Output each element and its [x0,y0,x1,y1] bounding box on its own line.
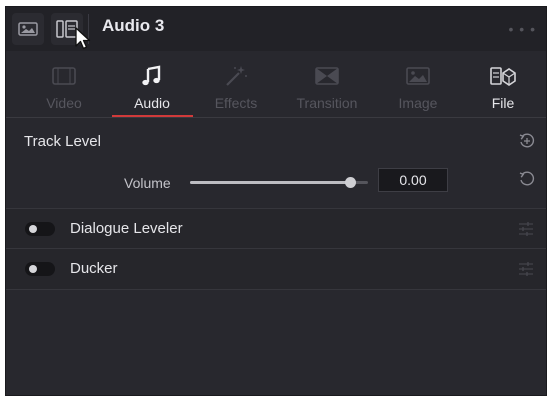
tab-effects-label: Effects [214,95,258,111]
dialogue-leveler-toggle[interactable] [25,222,55,236]
ducker-toggle[interactable] [25,262,55,276]
ducker-label: Ducker [70,260,118,277]
ducker-row: Ducker [6,248,546,289]
video-icon [52,67,76,85]
tab-file-label: File [491,95,515,111]
mouse-cursor-icon [75,27,91,50]
image-icon [18,22,38,36]
panel-title: Audio 3 [102,16,165,35]
tab-file[interactable]: File [465,51,541,117]
reset-section-icon[interactable] [518,132,536,150]
transition-icon [315,67,339,85]
image-view-button[interactable] [12,13,44,45]
tab-effects[interactable]: Effects [198,51,274,117]
track-level-title: Track Level [24,133,101,150]
track-level-section: Track Level Volume 0.00 [6,118,546,208]
sliders-icon[interactable] [518,261,534,277]
music-note-icon [142,65,161,86]
tab-image[interactable]: Image [380,51,456,117]
tab-video-label: Video [46,95,82,111]
more-options-icon[interactable]: • • • [509,21,536,37]
image-icon [406,67,430,85]
volume-label: Volume [124,175,171,191]
tab-audio-label: Audio [134,95,170,111]
volume-slider-fill [190,181,350,184]
tab-transition-label: Transition [296,95,358,111]
volume-value-field[interactable]: 0.00 [378,168,448,192]
dialogue-leveler-row: Dialogue Leveler [6,208,546,249]
inspector-tabs: Video Audio Effects Transition Image Fil… [6,51,546,117]
inspector-empty-area [6,290,546,395]
magic-wand-icon [226,66,247,86]
tab-transition[interactable]: Transition [289,51,365,117]
inspector-panel: Audio 3 • • • Video Audio Effects Transi… [5,6,547,396]
tab-image-label: Image [398,95,438,111]
tab-video[interactable]: Video [26,51,102,117]
inspector-header: Audio 3 • • • [6,7,546,51]
tab-audio[interactable]: Audio [114,51,190,117]
sliders-icon[interactable] [518,221,534,237]
dialogue-leveler-label: Dialogue Leveler [70,220,183,237]
reset-volume-icon[interactable] [518,170,536,188]
volume-slider-handle[interactable] [345,177,356,188]
file-icon [490,67,516,86]
volume-slider[interactable] [190,177,368,188]
